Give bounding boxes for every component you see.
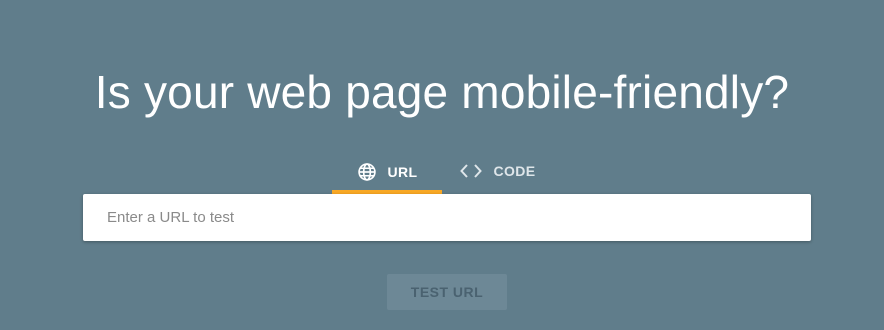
tab-code[interactable]: CODE xyxy=(442,154,554,191)
code-brackets-icon xyxy=(460,163,483,179)
tab-code-label: CODE xyxy=(493,163,536,179)
globe-icon xyxy=(357,162,377,182)
input-mode-tabs: URL CODE xyxy=(332,154,554,194)
mobile-friendly-test-page: Is your web page mobile-friendly? URL CO… xyxy=(0,0,884,330)
page-title: Is your web page mobile-friendly? xyxy=(94,66,790,118)
url-input[interactable] xyxy=(83,194,811,241)
url-input-container xyxy=(83,194,811,241)
tab-url-label: URL xyxy=(387,164,418,180)
tab-url[interactable]: URL xyxy=(332,154,442,194)
test-url-button[interactable]: TEST URL xyxy=(387,274,507,310)
